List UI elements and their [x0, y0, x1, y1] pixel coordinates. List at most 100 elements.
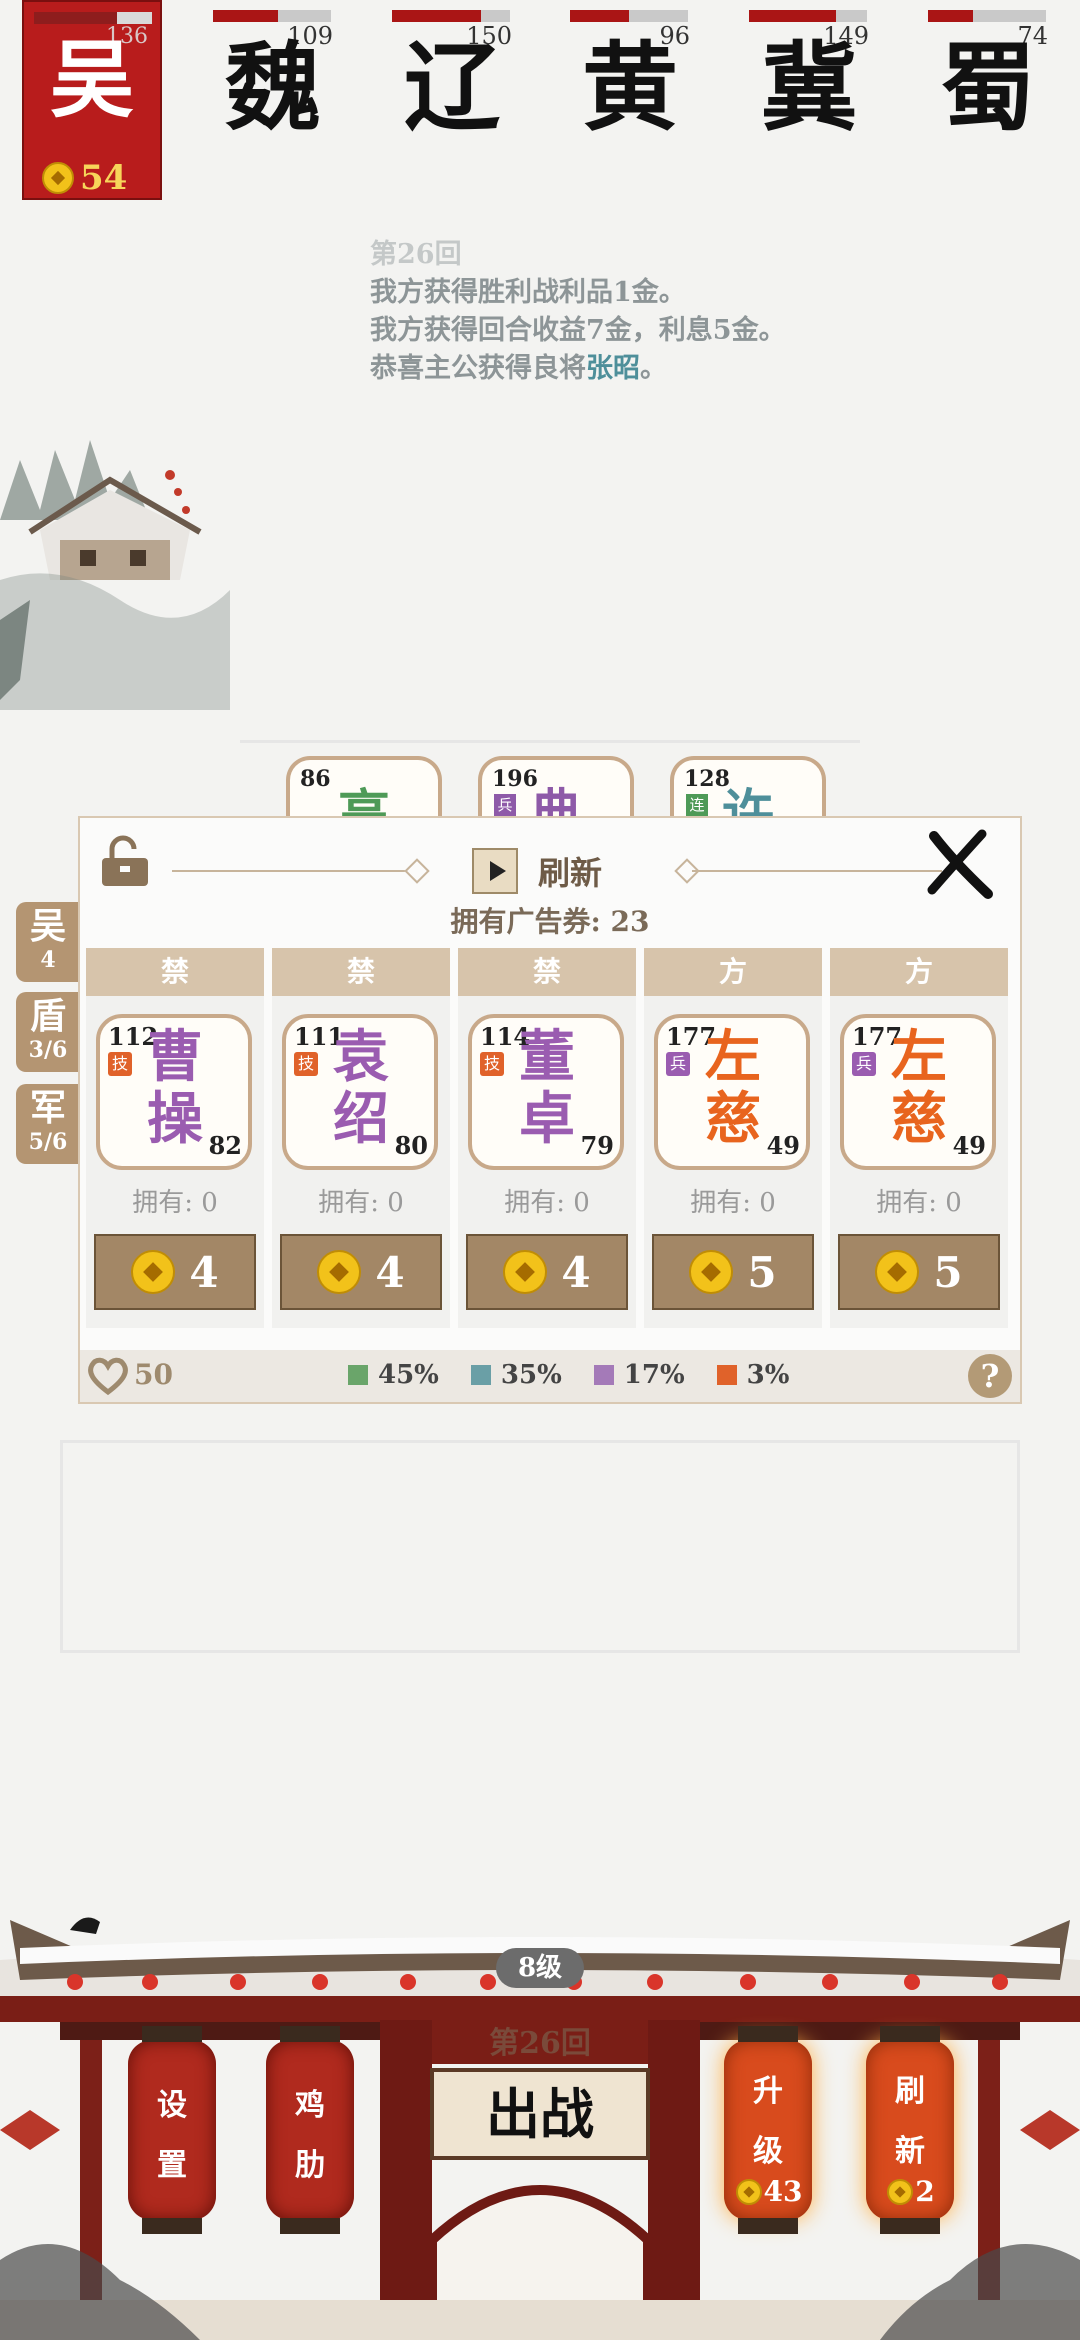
- play-ad-icon: [472, 848, 518, 894]
- shop-slot: 方 177 兵 左慈 49 拥有: 0 5: [644, 948, 822, 1328]
- odds-swatch: [716, 1365, 737, 1385]
- slot-faction-header: 方: [644, 948, 822, 996]
- close-icon[interactable]: [924, 828, 996, 900]
- board-grid-line: [1017, 1440, 1020, 1650]
- general-card[interactable]: 112 技 曹操 82: [96, 1014, 252, 1170]
- board-grid-line: [240, 740, 860, 743]
- enemy-faction-shu[interactable]: 74 蜀: [928, 0, 1048, 170]
- side-tab-count: 4: [40, 947, 56, 973]
- slot-faction-header: 禁: [458, 948, 636, 996]
- shop-slot: 禁 114 技 董卓 79 拥有: 0 4: [458, 948, 636, 1328]
- player-hp-bar: [34, 12, 152, 24]
- buy-price: 4: [375, 1247, 405, 1297]
- general-level: 80: [394, 1131, 428, 1160]
- deco-diamond: [404, 858, 430, 884]
- board-unit-card[interactable]: 128 连 许: [670, 756, 826, 845]
- coin-icon: [317, 1250, 362, 1294]
- ad-coupons-count: 拥有广告券: 23: [450, 905, 650, 938]
- enemy-faction-ji[interactable]: 149 冀: [749, 0, 869, 170]
- odds-item: 3%: [716, 1360, 789, 1390]
- rib-lantern-button[interactable]: 鸡肋: [266, 2026, 354, 2234]
- coin-icon: [503, 1250, 548, 1294]
- board-grid-line: [60, 1440, 63, 1650]
- general-skill-tag: 技: [294, 1052, 318, 1076]
- owned-count: 拥有: 0: [690, 1188, 776, 1218]
- slot-faction-header: 禁: [86, 948, 264, 996]
- coin-icon: [42, 162, 74, 194]
- enemy-hp-bar: [928, 10, 1046, 22]
- general-level: 49: [952, 1131, 986, 1160]
- general-level: 49: [766, 1131, 800, 1160]
- enemy-name: 冀: [761, 31, 857, 144]
- odds-item: 35%: [470, 1360, 562, 1390]
- side-tab-count: 3/6: [28, 1037, 68, 1063]
- owned-count: 拥有: 0: [876, 1188, 962, 1218]
- buy-price: 5: [933, 1247, 963, 1297]
- player-faction-card[interactable]: 136 吴 54: [22, 0, 162, 200]
- refresh-lantern-button[interactable]: 刷新 2: [866, 2026, 954, 2234]
- general-card[interactable]: 111 技 袁绍 80: [282, 1014, 438, 1170]
- help-button[interactable]: ?: [968, 1354, 1012, 1398]
- enemy-hp-bar: [213, 10, 331, 22]
- side-tab-title: 盾: [29, 995, 66, 1037]
- buy-button[interactable]: 5: [652, 1234, 814, 1310]
- board-grid-line: [60, 1440, 1020, 1443]
- enemy-name: 魏: [225, 31, 321, 144]
- hearts-value: 50: [134, 1358, 173, 1391]
- general-skill-tag: 技: [108, 1052, 132, 1076]
- side-tab-army[interactable]: 军 5/6: [16, 1084, 80, 1164]
- ad-refresh-button[interactable]: 刷新: [472, 848, 602, 894]
- log-line: 我方获得回合收益7金，利息5金。: [370, 315, 786, 346]
- coin-icon: [735, 2178, 762, 2205]
- upgrade-lantern-button[interactable]: 升级 43: [724, 2026, 812, 2234]
- enemy-name: 蜀: [940, 31, 1036, 144]
- settings-lantern-button[interactable]: 设置: [128, 2026, 216, 2234]
- coin-icon: [131, 1250, 176, 1294]
- enemy-name: 辽: [404, 31, 500, 144]
- player-gold: 54: [42, 158, 127, 198]
- unlock-icon[interactable]: [98, 834, 152, 888]
- shop-modal: 刷新 拥有广告券: 23 禁 112 技 曹操 82 拥有: 0 4 禁 111…: [78, 816, 1022, 1404]
- log-line: 第26回: [370, 239, 462, 270]
- general-name: 左慈: [705, 1024, 761, 1152]
- general-card[interactable]: 177 兵 左慈 49: [654, 1014, 810, 1170]
- owned-count: 拥有: 0: [132, 1188, 218, 1218]
- general-name-highlight: 张昭: [586, 353, 640, 384]
- side-tab-shield[interactable]: 盾 3/6: [16, 992, 80, 1072]
- refresh-label: 刷新: [538, 854, 603, 892]
- coin-icon: [689, 1250, 734, 1294]
- general-card[interactable]: 177 兵 左慈 49: [840, 1014, 996, 1170]
- slot-faction-header: 方: [830, 948, 1008, 996]
- odds-swatch: [470, 1365, 491, 1385]
- side-tab-faction[interactable]: 吴 4: [16, 902, 80, 982]
- general-name: 董卓: [519, 1024, 575, 1152]
- odds-item: 45%: [348, 1360, 439, 1390]
- buy-button[interactable]: 5: [838, 1234, 1000, 1310]
- general-level: 79: [580, 1131, 614, 1160]
- buy-button[interactable]: 4: [466, 1234, 628, 1310]
- enemy-faction-liao[interactable]: 150 辽: [392, 0, 512, 170]
- enemy-faction-wei[interactable]: 109 魏: [213, 0, 333, 170]
- general-troop-tag: 兵: [666, 1052, 690, 1076]
- refresh-cost: 2: [866, 2175, 954, 2208]
- owned-count: 拥有: 0: [504, 1188, 590, 1218]
- log-line: 恭喜主公获得良将张昭。: [370, 353, 667, 384]
- general-skill-tag: 技: [480, 1052, 504, 1076]
- faction-bar: 136 吴 54 109 魏 150 辽 96 黄 149 冀 74 蜀: [0, 0, 1080, 205]
- coin-icon: [887, 2178, 914, 2205]
- palace-gate-panel: 8级 第26回 出战 设置 鸡肋 升级 43 刷新 2: [0, 1900, 1080, 2340]
- general-troop-tag: 兵: [852, 1052, 876, 1076]
- board-unit-card[interactable]: 86 高: [286, 756, 442, 845]
- buy-button[interactable]: 4: [94, 1234, 256, 1310]
- lantern-label: 升级: [753, 2074, 783, 2169]
- buy-button[interactable]: 4: [280, 1234, 442, 1310]
- general-name: 袁绍: [333, 1024, 389, 1152]
- side-tab-title: 吴: [29, 905, 66, 947]
- enemy-faction-huang[interactable]: 96 黄: [570, 0, 690, 170]
- general-card[interactable]: 114 技 董卓 79: [468, 1014, 624, 1170]
- heart-icon: [88, 1357, 128, 1396]
- deco-line: [692, 870, 942, 872]
- board-unit-card[interactable]: 196 兵 典: [478, 756, 634, 845]
- battle-button[interactable]: 出战: [430, 2068, 650, 2160]
- player-faction-name: 吴: [49, 30, 134, 129]
